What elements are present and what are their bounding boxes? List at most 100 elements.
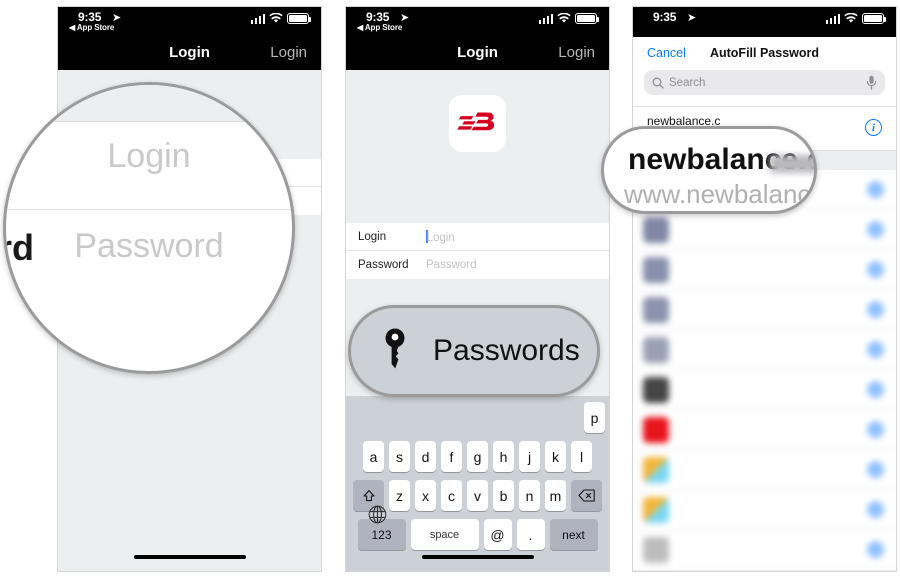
key-v[interactable]: v xyxy=(467,480,488,511)
login-form: Login Login Password Password xyxy=(346,223,609,279)
table-row[interactable] xyxy=(633,370,896,410)
status-bar: 9:35 ➤ ◀ App Store xyxy=(58,7,321,37)
site-icon xyxy=(643,376,669,403)
key-j[interactable]: j xyxy=(519,441,540,472)
keyboard-row-bottom: 123 space @ . next xyxy=(346,505,609,550)
key-x[interactable]: x xyxy=(415,480,436,511)
globe-icon[interactable] xyxy=(368,505,387,524)
wifi-icon xyxy=(269,13,283,23)
status-time: 9:35 xyxy=(78,10,102,24)
status-bar: 9:35 ➤ xyxy=(633,7,896,37)
nav-login-action[interactable]: Login xyxy=(270,44,307,61)
key-h[interactable]: h xyxy=(493,441,514,472)
keyboard-row-top: q w e r t y u i o p xyxy=(346,402,609,433)
home-indicator xyxy=(133,555,246,559)
search-icon xyxy=(652,77,664,89)
period-key[interactable]: . xyxy=(516,519,545,550)
key-f[interactable]: f xyxy=(441,441,462,472)
search-input[interactable]: Search xyxy=(644,70,885,95)
site-icon xyxy=(643,536,669,563)
status-indicators xyxy=(250,13,312,24)
at-key[interactable]: @ xyxy=(483,519,512,550)
magnifier-callout-passwords-key: Passwords xyxy=(348,305,600,397)
phone-2-keyboard-screen: 9:35 ➤ ◀ App Store Login Login Login Log… xyxy=(345,6,610,572)
table-row[interactable] xyxy=(633,490,896,530)
row-info-icon xyxy=(867,461,884,478)
wifi-icon xyxy=(557,13,571,23)
home-indicator xyxy=(421,555,534,559)
magnified-divider xyxy=(6,121,292,122)
sheet-title: AutoFill Password xyxy=(709,46,820,60)
row-info-icon xyxy=(867,501,884,518)
login-input-placeholder: Login xyxy=(426,231,455,244)
table-row[interactable] xyxy=(633,330,896,370)
magnified-divider-2 xyxy=(6,209,292,210)
battery-icon xyxy=(575,13,600,24)
key-g[interactable]: g xyxy=(467,441,488,472)
key-b[interactable]: b xyxy=(493,480,514,511)
key-n[interactable]: n xyxy=(519,480,540,511)
row-info-icon xyxy=(867,421,884,438)
row-info-icon xyxy=(867,341,884,358)
key-l[interactable]: l xyxy=(571,441,592,472)
search-placeholder: Search xyxy=(669,76,706,89)
nav-bar: Login Login xyxy=(58,37,321,70)
key-m[interactable]: m xyxy=(545,480,566,511)
new-balance-logo xyxy=(449,95,506,152)
signal-bars-icon xyxy=(538,13,553,24)
table-row[interactable] xyxy=(633,530,896,570)
signal-bars-icon xyxy=(250,13,265,24)
key-icon xyxy=(381,327,415,376)
site-icon xyxy=(643,456,669,483)
table-row[interactable] xyxy=(633,290,896,330)
password-field-label: Password xyxy=(358,259,409,271)
site-icon xyxy=(643,256,669,283)
magnified-redaction xyxy=(770,155,814,173)
password-field-row[interactable]: Password Password xyxy=(346,251,609,279)
status-indicators xyxy=(538,13,600,24)
row-info-icon xyxy=(867,221,884,238)
location-arrow-icon: ➤ xyxy=(687,12,697,24)
magnified-suggestion-subtitle: www.newbalance xyxy=(624,179,817,209)
next-key[interactable]: next xyxy=(549,519,598,550)
keyboard-row-middle: a s d f g h j k l xyxy=(346,441,609,472)
site-icon xyxy=(643,496,669,523)
key-z[interactable]: z xyxy=(389,480,410,511)
login-input[interactable]: Login xyxy=(426,229,455,244)
login-field-row[interactable]: Login Login xyxy=(346,223,609,251)
nav-bar: Login Login xyxy=(346,37,609,70)
key-a[interactable]: a xyxy=(363,441,384,472)
password-input-placeholder[interactable]: Password xyxy=(426,259,477,271)
table-row[interactable] xyxy=(633,410,896,450)
table-row[interactable] xyxy=(633,450,896,490)
nav-login-action[interactable]: Login xyxy=(558,44,595,61)
back-to-app-link[interactable]: ◀ App Store xyxy=(69,23,114,32)
status-time: 9:35 xyxy=(366,10,390,24)
back-to-app-link[interactable]: ◀ App Store xyxy=(357,23,402,32)
status-bar: 9:35 ➤ ◀ App Store xyxy=(346,7,609,37)
new-balance-logo-icon xyxy=(456,112,494,130)
info-circle-icon[interactable]: i xyxy=(865,119,882,136)
space-key[interactable]: space xyxy=(410,519,479,550)
row-info-icon xyxy=(867,181,884,198)
key-s[interactable]: s xyxy=(389,441,410,472)
magnified-password-placeholder: Password xyxy=(74,227,224,265)
key-p[interactable]: p xyxy=(584,402,605,433)
status-indicators xyxy=(825,13,887,24)
microphone-icon[interactable] xyxy=(866,75,877,95)
magnified-passwords-label: Passwords xyxy=(433,334,580,367)
key-c[interactable]: c xyxy=(441,480,462,511)
status-time: 9:35 xyxy=(653,10,677,24)
backspace-icon[interactable] xyxy=(571,480,602,511)
magnifier-callout-newbalance-entry: newbalance.c www.newbalance xyxy=(601,126,817,214)
table-row[interactable] xyxy=(633,250,896,290)
wifi-icon xyxy=(844,13,858,23)
battery-icon xyxy=(862,13,887,24)
key-d[interactable]: d xyxy=(415,441,436,472)
magnifier-callout-login-fields: Login rd Password xyxy=(3,82,295,374)
phone-3-autofill-password-screen: 9:35 ➤ Cancel AutoFill Password Search n… xyxy=(632,6,897,572)
table-row[interactable] xyxy=(633,210,896,250)
onscreen-keyboard: q w e r t y u i o p a s d f g h xyxy=(346,396,609,571)
password-list xyxy=(633,170,896,570)
key-k[interactable]: k xyxy=(545,441,566,472)
